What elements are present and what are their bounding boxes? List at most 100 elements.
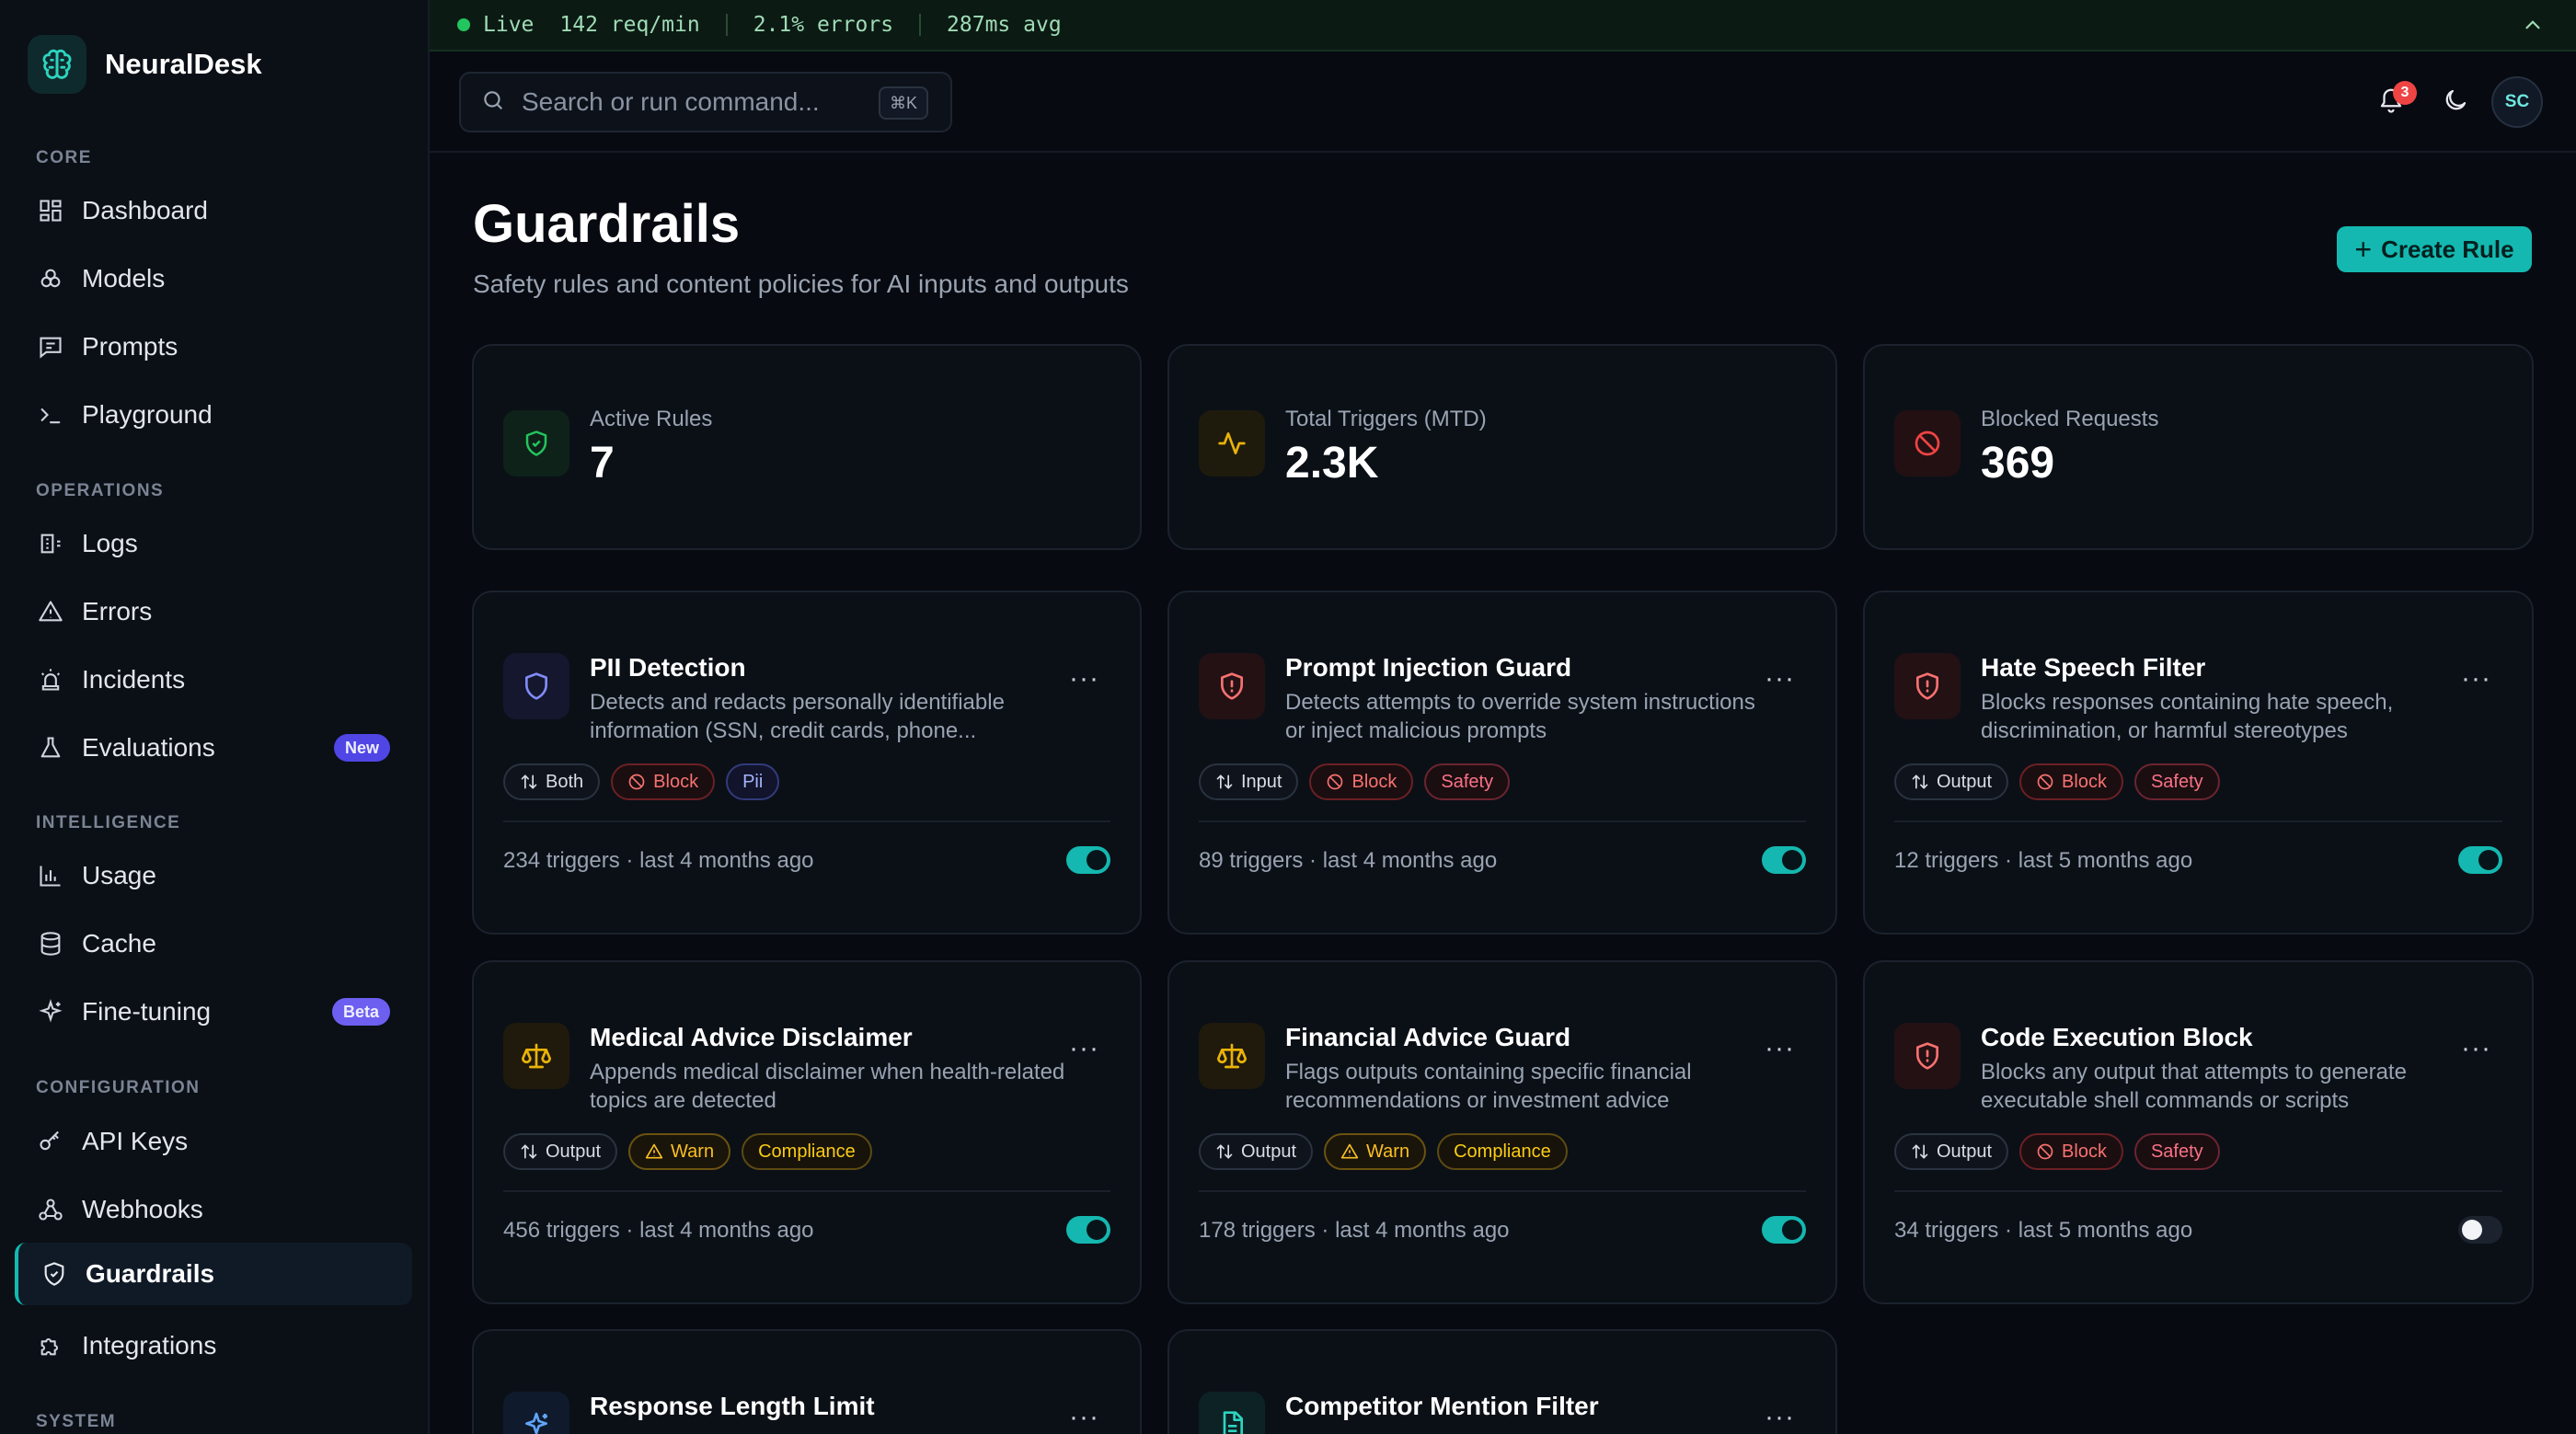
action-label: Block: [2062, 771, 2107, 792]
sidebar-item-usage[interactable]: Usage: [15, 844, 412, 907]
grid-icon: [35, 195, 66, 226]
shield-icon: [39, 1258, 70, 1290]
divider: [503, 820, 1110, 822]
shield-alert-icon: [1894, 1023, 1961, 1089]
more-options-icon[interactable]: ···: [1765, 1404, 1795, 1431]
sidebar-item-label: API Keys: [82, 1127, 189, 1155]
rule-card[interactable]: Medical Advice Disclaimer Appends medica…: [472, 960, 1142, 1304]
rule-stats: 178 triggers · last 4 months ago: [1199, 1218, 1510, 1243]
shield-check-icon: [503, 410, 569, 476]
page-subtitle: Safety rules and content policies for AI…: [473, 270, 1129, 298]
action-tag: Block: [2019, 763, 2123, 800]
sidebar-item-evaluations[interactable]: Evaluations New: [15, 717, 412, 779]
sidebar-item-label: Evaluations: [82, 733, 215, 762]
arrows-up-down-icon: [1216, 774, 1233, 789]
rule-card[interactable]: Competitor Mention Filter ···: [1167, 1329, 1837, 1434]
sidebar-item-errors[interactable]: Errors: [15, 580, 412, 643]
sidebar-item-api-keys[interactable]: API Keys: [15, 1110, 412, 1173]
arrows-up-down-icon: [1912, 1144, 1928, 1159]
category-tag: Safety: [2133, 1133, 2220, 1170]
sidebar-item-cache[interactable]: Cache: [15, 912, 412, 975]
terminal-icon: [35, 399, 66, 430]
sidebar-item-models[interactable]: Models: [15, 247, 412, 310]
sidebar: NeuralDesk CORE Dashboard Models Prompts…: [0, 0, 430, 1434]
key-icon: [35, 1126, 66, 1157]
enable-toggle[interactable]: [2458, 1216, 2502, 1244]
siren-icon: [35, 664, 66, 695]
rule-name: Response Length Limit: [590, 1392, 875, 1420]
toggle-knob: [2478, 850, 2499, 870]
shortcut-hint: ⌘K: [878, 86, 928, 120]
sidebar-item-playground[interactable]: Playground: [15, 384, 412, 446]
shield-icon: [503, 653, 569, 719]
toggle-knob: [1782, 850, 1802, 870]
notifications-button[interactable]: 3: [2368, 79, 2417, 125]
toggle-knob: [1087, 850, 1107, 870]
ban-icon: [2037, 774, 2053, 790]
enable-toggle[interactable]: [1762, 846, 1806, 874]
sidebar-item-fine-tuning[interactable]: Fine-tuning Beta: [15, 981, 412, 1043]
more-options-icon[interactable]: ···: [1069, 1404, 1099, 1431]
rule-name: Financial Advice Guard: [1285, 1023, 1571, 1051]
sidebar-item-incidents[interactable]: Incidents: [15, 648, 412, 711]
more-options-icon[interactable]: ···: [1069, 665, 1099, 693]
more-options-icon[interactable]: ···: [1069, 1035, 1099, 1062]
rule-card[interactable]: Response Length Limit ···: [472, 1329, 1142, 1434]
ban-icon: [1328, 774, 1343, 790]
sidebar-item-dashboard[interactable]: Dashboard: [15, 179, 412, 242]
divider: [1199, 820, 1806, 822]
rule-name: Prompt Injection Guard: [1285, 653, 1572, 682]
warning-triangle-icon: [1340, 1143, 1359, 1159]
live-indicator: [457, 18, 470, 31]
sidebar-item-label: Logs: [82, 529, 138, 557]
direction-label: Input: [1241, 771, 1282, 792]
sidebar-item-webhooks[interactable]: Webhooks: [15, 1178, 412, 1241]
rule-name: Competitor Mention Filter: [1285, 1392, 1599, 1420]
rule-card[interactable]: Code Execution Block Blocks any output t…: [1863, 960, 2534, 1304]
more-options-icon[interactable]: ···: [2461, 665, 2491, 693]
rule-card[interactable]: Financial Advice Guard Flags outputs con…: [1167, 960, 1837, 1304]
search-icon: [481, 88, 505, 117]
stat-value: 369: [1981, 439, 2055, 488]
rule-name: Code Execution Block: [1981, 1023, 2253, 1051]
sidebar-item-prompts[interactable]: Prompts: [15, 315, 412, 378]
theme-toggle-button[interactable]: [2432, 79, 2478, 125]
requests-per-minute: 142 req/min: [559, 13, 700, 37]
enable-toggle[interactable]: [1066, 846, 1110, 874]
more-options-icon[interactable]: ···: [1765, 1035, 1795, 1062]
rule-stats: 34 triggers · last 5 months ago: [1894, 1218, 2193, 1243]
avatar[interactable]: SC: [2491, 76, 2543, 128]
action-tag: Block: [2019, 1133, 2123, 1170]
enable-toggle[interactable]: [1762, 1216, 1806, 1244]
create-rule-button[interactable]: + Create Rule: [2337, 226, 2532, 272]
nav-section-intelligence: INTELLIGENCE: [36, 813, 181, 832]
ban-icon: [2037, 1143, 2053, 1160]
enable-toggle[interactable]: [1066, 1216, 1110, 1244]
chevron-up-icon[interactable]: [2521, 13, 2545, 42]
nav-section-operations: OPERATIONS: [36, 481, 165, 500]
search-input[interactable]: Search or run command... ⌘K: [459, 72, 952, 132]
rule-card[interactable]: PII Detection Detects and redacts person…: [472, 591, 1142, 935]
direction-tag: Input: [1199, 763, 1299, 800]
rule-card[interactable]: Hate Speech Filter Blocks responses cont…: [1863, 591, 2534, 935]
action-label: Warn: [1366, 1141, 1410, 1162]
direction-label: Both: [546, 771, 584, 792]
more-options-icon[interactable]: ···: [2461, 1035, 2491, 1062]
sidebar-item-guardrails[interactable]: Guardrails: [15, 1243, 412, 1305]
brand[interactable]: NeuralDesk: [28, 35, 262, 94]
rule-card[interactable]: Prompt Injection Guard Detects attempts …: [1167, 591, 1837, 935]
nav-section-core: CORE: [36, 148, 92, 167]
toggle-knob: [1087, 1220, 1107, 1240]
more-options-icon[interactable]: ···: [1765, 665, 1795, 693]
flask-icon: [35, 732, 66, 763]
action-label: Block: [653, 771, 699, 792]
arrows-up-down-icon: [1216, 1144, 1233, 1159]
divider: [1894, 820, 2502, 822]
rule-stats: 12 triggers · last 5 months ago: [1894, 848, 2193, 873]
enable-toggle[interactable]: [2458, 846, 2502, 874]
sidebar-item-integrations[interactable]: Integrations: [15, 1314, 412, 1377]
live-label: Live: [483, 13, 535, 37]
warning-triangle-icon: [645, 1143, 663, 1159]
new-badge: New: [333, 734, 390, 762]
sidebar-item-logs[interactable]: Logs: [15, 512, 412, 575]
